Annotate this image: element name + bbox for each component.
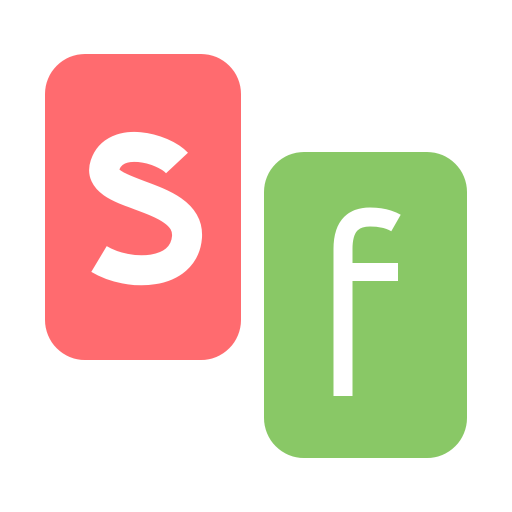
logo-letters (89, 131, 401, 396)
letter-f-stem (333, 207, 401, 396)
letter-s-glyph (89, 131, 202, 286)
letter-f-crossbar (343, 263, 398, 281)
logo-canvas (0, 0, 512, 512)
